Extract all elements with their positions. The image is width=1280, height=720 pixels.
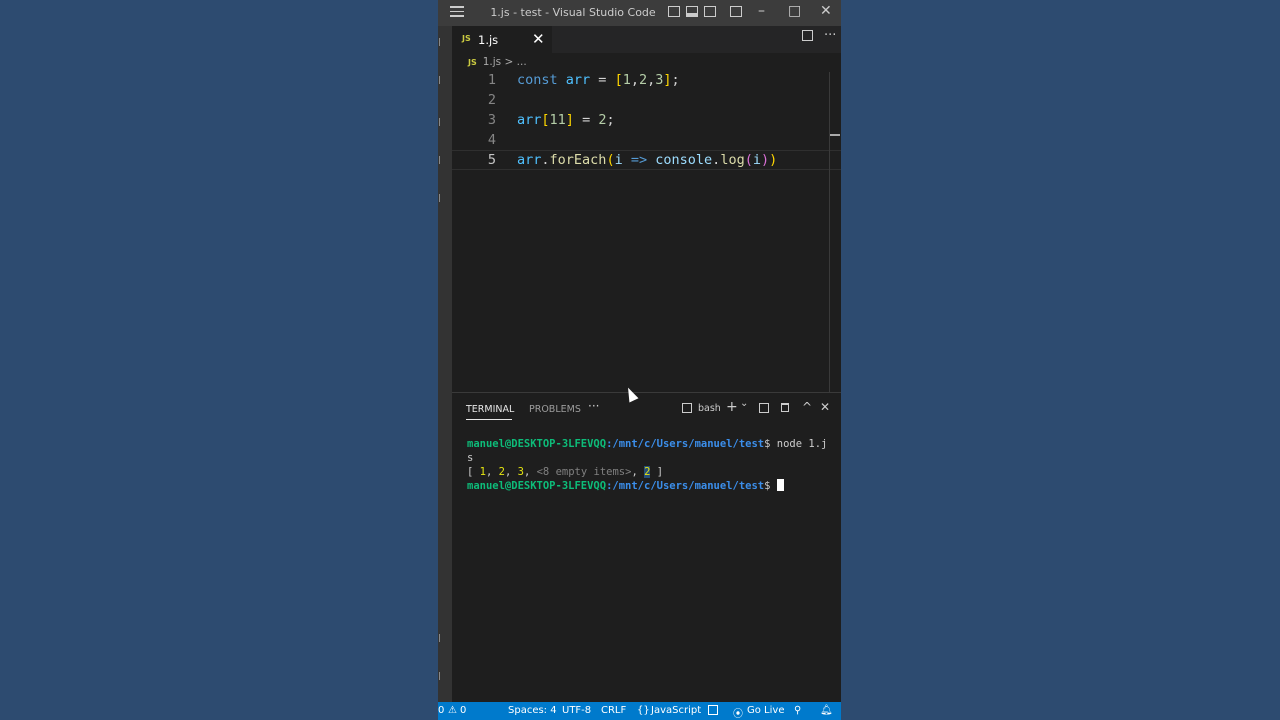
activity-scm-icon[interactable] — [439, 118, 444, 126]
terminal-output[interactable]: manuel@DESKTOP-3LFEVQQ:/mnt/c/Users/manu… — [467, 437, 827, 493]
overview-ruler-marker — [830, 134, 840, 136]
activity-extensions-icon[interactable] — [439, 194, 444, 202]
code-line: 1 const arr = [1,2,3]; — [452, 72, 841, 92]
line-number: 5 — [487, 152, 496, 168]
terminal-user: manuel@DESKTOP-3LFEVQQ — [467, 480, 607, 492]
title-bar: 1.js - test - Visual Studio Code – □ ✕ — [438, 0, 841, 26]
code-editor[interactable]: 1 const arr = [1,2,3]; 2 3 arr[11] = 2; … — [452, 70, 841, 392]
notifications-icon[interactable]: 🔔︎ — [820, 705, 833, 716]
tab-label: 1.js — [478, 33, 499, 47]
toggle-sidebar-icon[interactable] — [668, 6, 680, 17]
status-encoding[interactable]: UTF-8 — [562, 705, 591, 716]
activity-bar — [438, 26, 452, 702]
status-eol[interactable]: CRLF — [601, 705, 626, 716]
code-line-current: 5 arr.forEach(i => console.log(i)) — [452, 150, 841, 170]
panel-more-icon[interactable]: ··· — [588, 399, 599, 413]
toggle-secondary-sidebar-icon[interactable] — [704, 6, 716, 17]
activity-run-icon[interactable] — [439, 156, 444, 164]
status-indentation[interactable]: Spaces: 4 — [508, 705, 557, 716]
account-icon[interactable]: ⚲ — [794, 705, 801, 716]
breadcrumb-more[interactable]: ... — [517, 56, 527, 68]
terminal-prompt: $ — [764, 480, 771, 492]
terminal-shell-icon — [682, 403, 692, 413]
breadcrumb: JS 1.js > ... — [468, 56, 527, 68]
line-number: 4 — [487, 132, 496, 148]
status-bar: 0 ⚠ 0 Spaces: 4 UTF-8 CRLF {} JavaScript… — [438, 702, 841, 720]
status-language[interactable]: JavaScript — [651, 705, 701, 716]
activity-explorer-icon[interactable] — [439, 38, 444, 46]
close-window-button[interactable]: ✕ — [820, 3, 832, 19]
code-line: 3 arr[11] = 2; — [452, 112, 841, 132]
close-panel-icon[interactable]: ✕ — [820, 400, 830, 414]
chevron-down-icon[interactable]: ⌄ — [740, 398, 748, 409]
chevron-right-icon: > — [504, 56, 514, 68]
minimize-button[interactable]: – — [758, 3, 765, 19]
javascript-file-icon: JS — [468, 58, 477, 67]
split-editor-icon[interactable] — [802, 30, 813, 41]
code-line: 4 — [452, 132, 841, 152]
editor-scrollbar[interactable] — [829, 72, 830, 392]
code-text: arr.forEach(i => console.log(i)) — [517, 152, 778, 168]
background-left — [0, 0, 438, 720]
terminal-output-line: [ 1, 2, 3, <8 empty items>, 2 ] — [467, 466, 664, 478]
breadcrumb-file[interactable]: 1.js — [483, 56, 501, 68]
tab-close-icon[interactable]: ✕ — [532, 30, 545, 48]
customize-layout-icon[interactable] — [730, 6, 742, 17]
split-terminal-icon[interactable] — [759, 403, 769, 413]
terminal-command-wrap: s — [467, 452, 474, 464]
terminal-shell-label[interactable]: bash — [698, 403, 721, 414]
terminal-path: :/mnt/c/Users/manuel/test — [606, 480, 765, 492]
editor-tabs: JS 1.js ✕ ··· — [452, 26, 841, 53]
background-right — [841, 0, 1280, 720]
code-text: arr[11] = 2; — [517, 112, 615, 128]
javascript-file-icon: JS — [462, 34, 471, 43]
activity-search-icon[interactable] — [439, 76, 444, 84]
tab-problems[interactable]: PROBLEMS — [529, 404, 581, 415]
new-terminal-icon[interactable]: + — [726, 399, 738, 415]
vscode-window: 1.js - test - Visual Studio Code – □ ✕ J… — [438, 0, 841, 720]
active-tab-indicator — [466, 419, 512, 420]
activity-account-icon[interactable] — [439, 634, 444, 642]
line-number: 1 — [487, 72, 496, 88]
activity-settings-icon[interactable] — [439, 672, 444, 680]
status-golive[interactable]: Go Live — [747, 705, 784, 716]
code-text: const arr = [1,2,3]; — [517, 72, 680, 88]
more-actions-icon[interactable]: ··· — [824, 28, 836, 43]
code-line: 2 — [452, 92, 841, 112]
toggle-panel-icon[interactable] — [686, 6, 698, 17]
bottom-panel: TERMINAL PROBLEMS ··· bash + ⌄ ^ ✕ manue… — [452, 392, 841, 703]
tab-1js[interactable]: JS 1.js ✕ — [452, 26, 552, 53]
tab-terminal[interactable]: TERMINAL — [466, 404, 514, 415]
line-number: 3 — [487, 112, 496, 128]
terminal-path: :/mnt/c/Users/manuel/test — [606, 438, 765, 450]
feedback-icon[interactable] — [708, 705, 718, 715]
terminal-user: manuel@DESKTOP-3LFEVQQ — [467, 438, 607, 450]
braces-icon: {} — [637, 705, 650, 716]
line-number: 2 — [487, 92, 496, 108]
broadcast-icon: ⦿ — [733, 709, 743, 720]
status-warnings[interactable]: 0 — [460, 705, 466, 716]
status-errors[interactable]: 0 — [438, 705, 444, 716]
terminal-cursor — [776, 479, 784, 491]
terminal-command: node 1.j — [770, 438, 828, 450]
trash-icon[interactable] — [781, 403, 789, 412]
maximize-button[interactable]: □ — [788, 3, 801, 19]
warning-icon: ⚠ — [448, 705, 457, 716]
maximize-panel-icon[interactable]: ^ — [802, 400, 812, 414]
